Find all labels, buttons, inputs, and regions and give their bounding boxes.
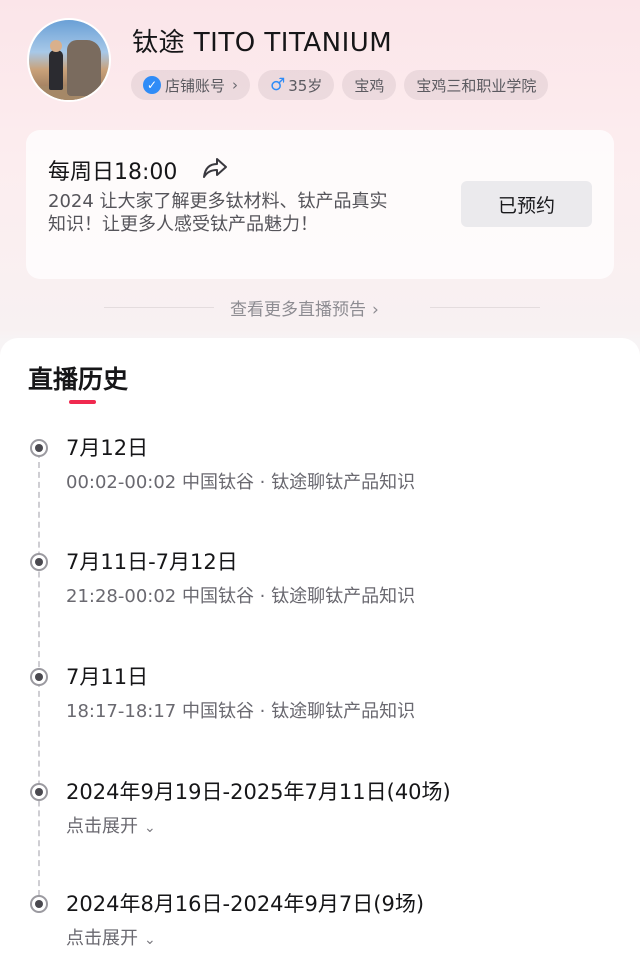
city-label: 宝鸡 <box>354 76 385 95</box>
profile-tags: ✓ 店铺账号 › ♂ 35岁 宝鸡 宝鸡三和职业学院 <box>131 70 549 100</box>
more-previews-link[interactable]: 查看更多直播预告 › <box>230 295 379 320</box>
title-underline <box>69 400 96 404</box>
live-preview-card[interactable]: 每周日18:00 2024 让大家了解更多钛材料、钛产品真实知识！让更多人感受钛… <box>26 130 614 279</box>
more-previews-label: 查看更多直播预告 <box>230 300 366 320</box>
timeline-dot-icon <box>30 783 48 801</box>
chevron-down-icon: ⌄ <box>144 932 156 948</box>
profile-header: 钛途 TITO TITANIUM ✓ 店铺账号 › ♂ 35岁 宝鸡 宝鸡三和职… <box>0 0 640 120</box>
history-group-date: 2024年8月16日-2024年9月7日(9场) <box>66 892 425 916</box>
history-title: 直播历史 <box>28 365 129 394</box>
expand-label: 点击展开 <box>66 928 138 949</box>
expand-label: 点击展开 <box>66 816 138 837</box>
chevron-right-icon: › <box>232 76 239 94</box>
live-history-panel: 直播历史 7月12日 00:02-00:02 中国钛谷 · 钛途聊钛产品知识 7… <box>0 338 640 971</box>
male-icon: ♂ <box>270 75 286 95</box>
expand-link[interactable]: 点击展开 ⌄ <box>66 924 156 950</box>
history-detail: 18:17-18:17 中国钛谷 · 钛途聊钛产品知识 <box>66 701 416 722</box>
verified-check-icon: ✓ <box>143 76 161 94</box>
store-account-label: 店铺账号 <box>165 76 226 95</box>
share-icon[interactable] <box>202 156 228 180</box>
timeline-dot-icon <box>30 553 48 571</box>
history-date: 7月11日-7月12日 <box>66 550 238 574</box>
age-label: 35岁 <box>288 76 323 95</box>
history-date: 7月12日 <box>66 436 149 460</box>
chevron-down-icon: ⌄ <box>144 820 156 836</box>
timeline-dot-icon <box>30 439 48 457</box>
live-description: 2024 让大家了解更多钛材料、钛产品真实知识！让更多人感受钛产品魅力！ <box>48 191 388 235</box>
live-time: 每周日18:00 <box>48 160 178 185</box>
city-tag[interactable]: 宝鸡 <box>342 70 397 100</box>
school-label: 宝鸡三和职业学院 <box>416 76 537 95</box>
divider-left <box>104 307 214 308</box>
profile-name: 钛途 TITO TITANIUM <box>132 28 393 58</box>
timeline-dot-icon <box>30 668 48 686</box>
age-tag: ♂ 35岁 <box>258 70 335 100</box>
more-previews-row: 查看更多直播预告 › <box>0 292 640 322</box>
avatar[interactable] <box>27 18 111 102</box>
history-detail: 00:02-00:02 中国钛谷 · 钛途聊钛产品知识 <box>66 472 416 493</box>
booked-button[interactable]: 已预约 <box>461 181 592 227</box>
chevron-right-icon: › <box>372 300 379 320</box>
history-date: 7月11日 <box>66 665 149 689</box>
timeline-dot-icon <box>30 895 48 913</box>
school-tag[interactable]: 宝鸡三和职业学院 <box>404 70 549 100</box>
expand-link[interactable]: 点击展开 ⌄ <box>66 812 156 838</box>
store-account-tag[interactable]: ✓ 店铺账号 › <box>131 70 251 100</box>
divider-right <box>430 307 540 308</box>
history-detail: 21:28-00:02 中国钛谷 · 钛途聊钛产品知识 <box>66 586 416 607</box>
history-group-date: 2024年9月19日-2025年7月11日(40场) <box>66 780 451 804</box>
